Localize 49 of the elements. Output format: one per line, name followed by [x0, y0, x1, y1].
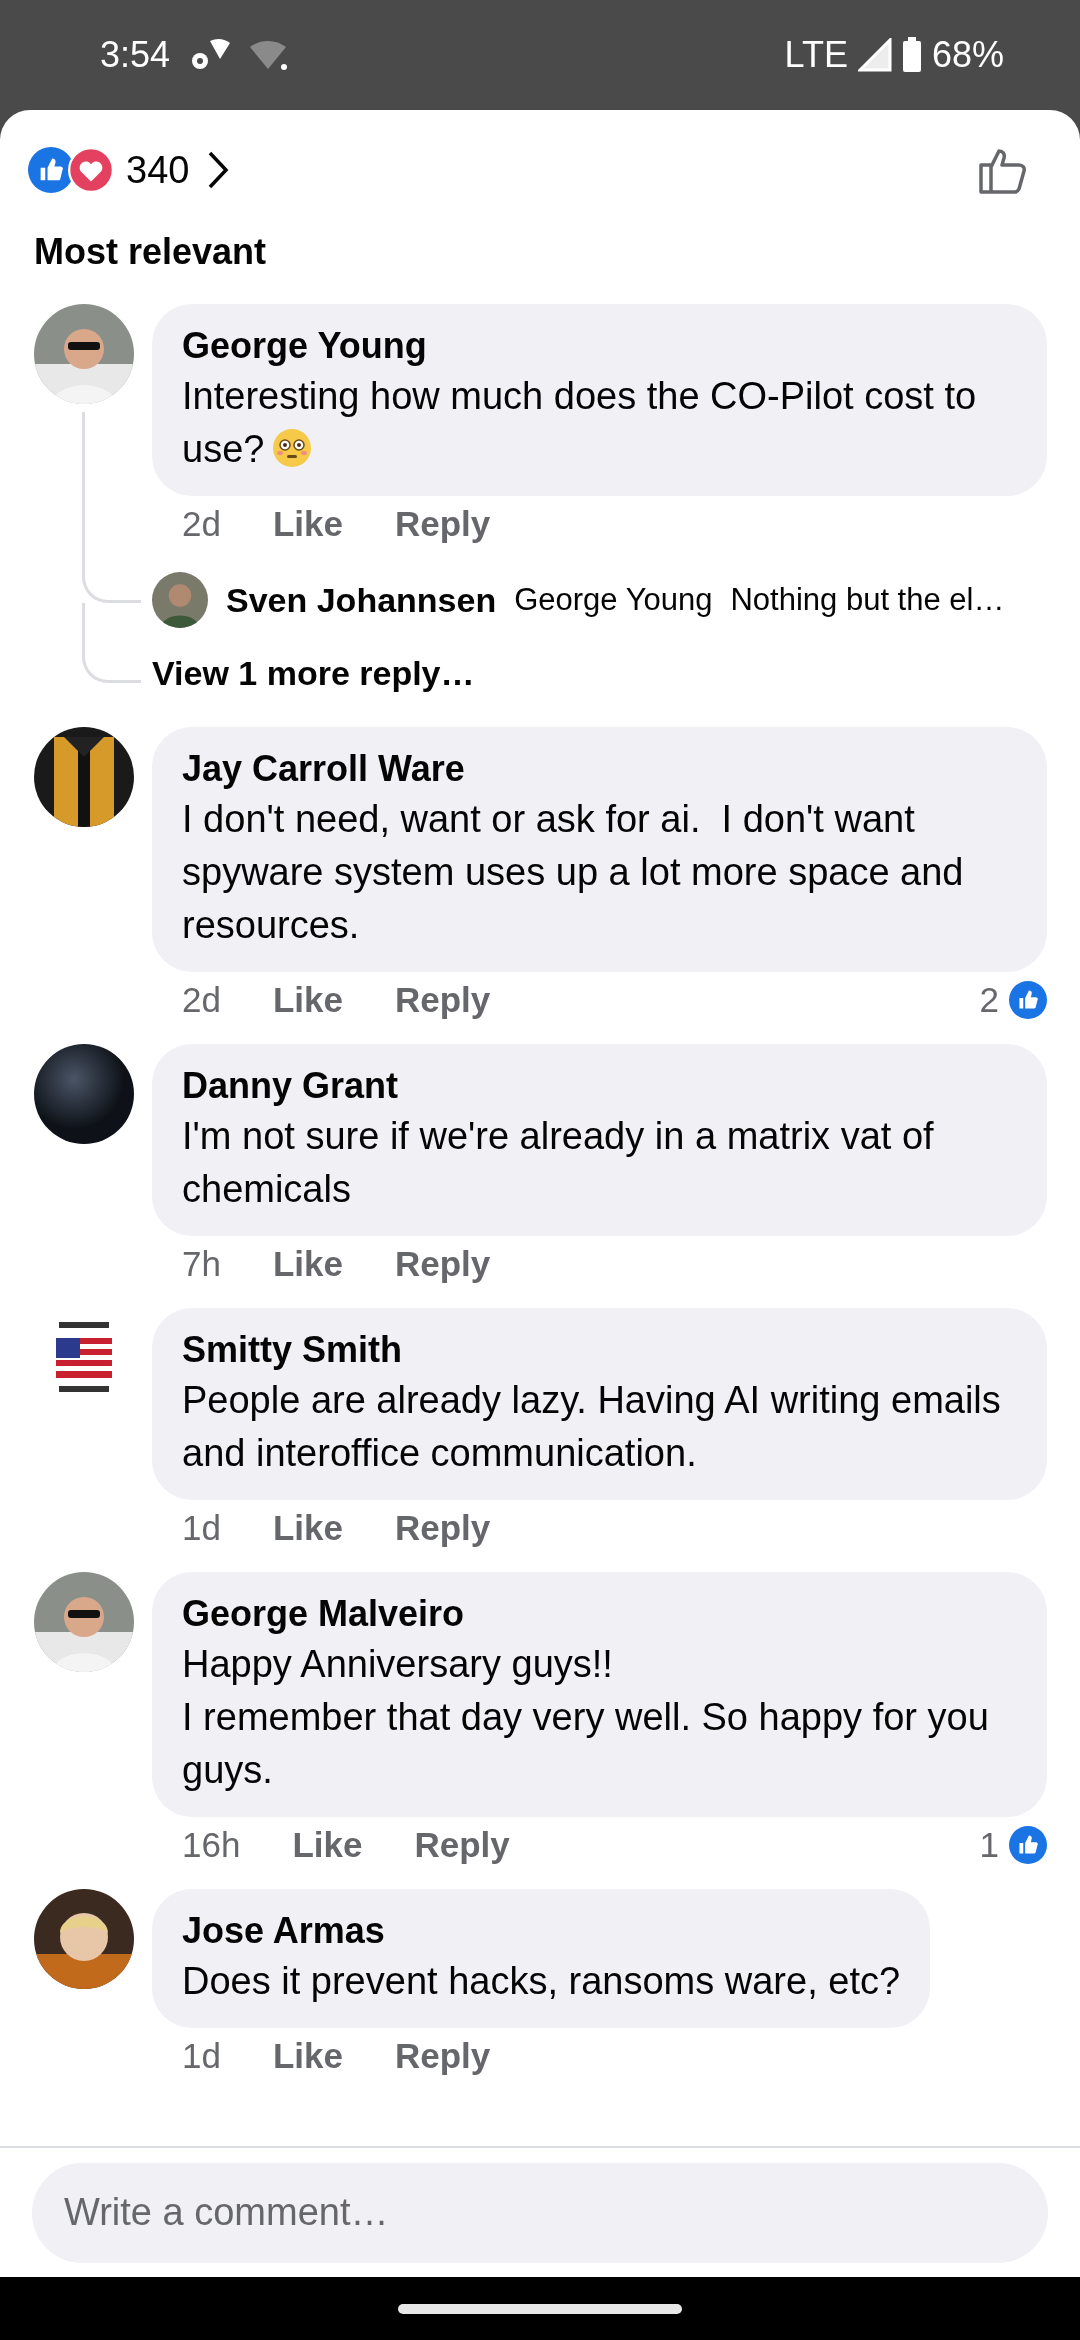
comment-author[interactable]: Smitty Smith [182, 1326, 1017, 1374]
signal-icon [857, 38, 892, 72]
like-link[interactable]: Like [292, 1825, 363, 1865]
reply-text: Nothing but the el… [730, 582, 1005, 618]
like-icon [1009, 1826, 1047, 1864]
comment-author[interactable]: George Malveiro [182, 1590, 1017, 1638]
comment-input[interactable]: Write a comment… [32, 2162, 1048, 2263]
comment-time: 16h [182, 1825, 241, 1865]
comment-text: I don't need, want or ask for ai. I don't want spyware system uses up a lot more space and resources. [182, 797, 965, 948]
comment-text: People are already lazy. Having AI writing emails and interoffice communication. [182, 1378, 1002, 1476]
reply-link[interactable]: Reply [414, 1825, 510, 1865]
reply-link[interactable]: Reply [395, 2036, 491, 2076]
view-more-replies-link[interactable]: View 1 more reply… [152, 650, 1080, 709]
chevron-right-icon[interactable] [207, 150, 230, 190]
comment-author[interactable]: Jose Armas [182, 1907, 901, 1955]
like-link[interactable]: Like [272, 980, 343, 1020]
like-link[interactable]: Like [272, 1508, 343, 1548]
network-label: LTE [784, 34, 848, 76]
reply-link[interactable]: Reply [395, 1508, 491, 1548]
like-icon [1009, 981, 1047, 1019]
comment-text: I'm not sure if we're already in a matrix vat of chemicals [182, 1114, 935, 1212]
comment-author[interactable]: Danny Grant [182, 1062, 1017, 1110]
comment-time: 2d [182, 980, 221, 1020]
comment-time: 7h [182, 1244, 221, 1284]
reply-link[interactable]: Reply [395, 980, 491, 1020]
reaction-count[interactable]: 340 [126, 148, 190, 192]
comment-text: Interesting how much does the CO-Pilot cost to use? [182, 374, 978, 472]
reply-author[interactable]: Sven Johannsen [226, 580, 497, 620]
reply-mention[interactable]: George Young [514, 582, 713, 618]
battery-icon [901, 37, 922, 73]
comment-time: 1d [182, 2036, 221, 2076]
reply-link[interactable]: Reply [395, 504, 491, 544]
comment-time: 2d [182, 504, 221, 544]
status-time: 3:54 [100, 34, 171, 76]
like-link[interactable]: Like [272, 2036, 343, 2076]
like-link[interactable]: Like [272, 1244, 343, 1284]
like-count: 2 [979, 980, 999, 1020]
comment-author[interactable]: George Young [182, 322, 1017, 370]
comment-author[interactable]: Jay Carroll Ware [182, 745, 1017, 793]
like-link[interactable]: Like [272, 504, 343, 544]
battery-level: 68% [931, 34, 1004, 76]
comment-time: 1d [182, 1508, 221, 1548]
sort-label[interactable]: Most relevant [34, 230, 1080, 274]
comment-text: Does it prevent hacks, ransoms ware, etc? [182, 1959, 901, 2004]
like-count: 1 [979, 1825, 999, 1865]
home-indicator[interactable] [398, 2303, 682, 2314]
reply-link[interactable]: Reply [395, 1244, 491, 1284]
comment-text: Happy Anniversary guys!! I remember that day very well. So happy for you guys. [182, 1642, 990, 1793]
like-icon [28, 147, 74, 193]
